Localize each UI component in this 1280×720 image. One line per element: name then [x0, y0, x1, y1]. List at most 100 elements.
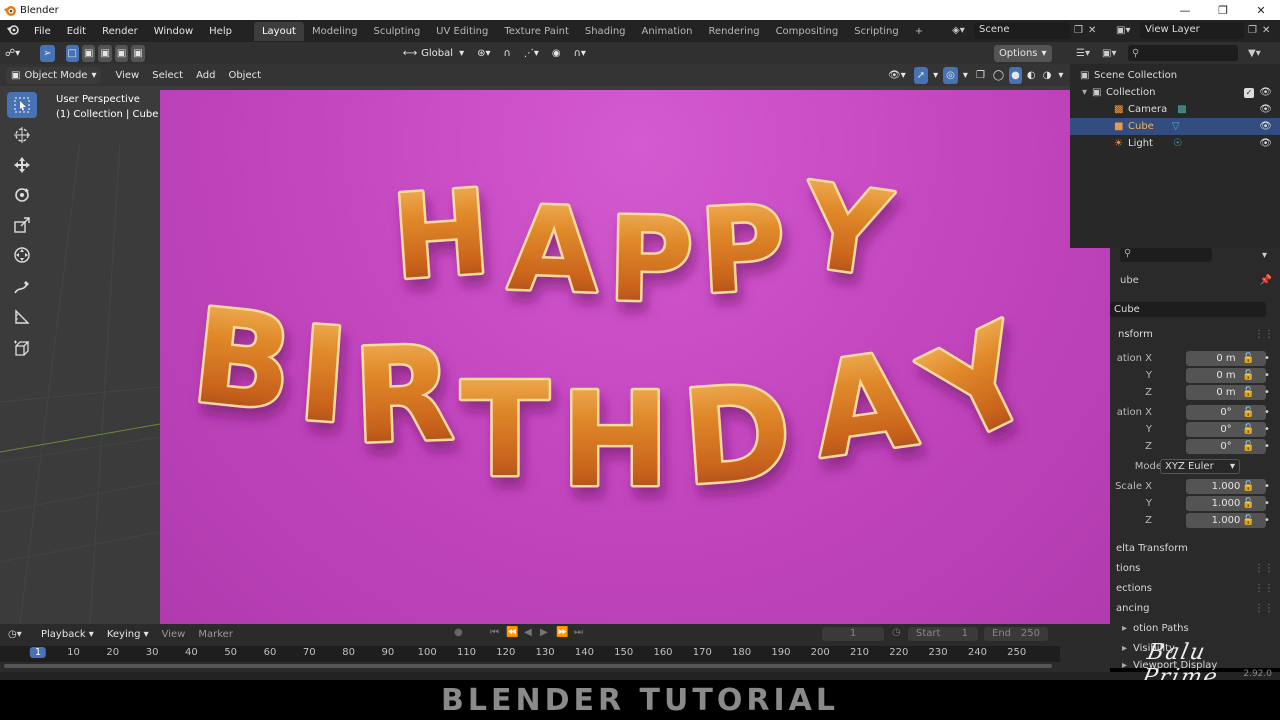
panel-relations[interactable]: tions ⋮⋮ — [1110, 558, 1280, 578]
rotate-tool-icon[interactable] — [7, 182, 37, 208]
menu-file[interactable]: File — [26, 26, 59, 37]
lock-icon[interactable]: 🔓 — [1242, 481, 1254, 492]
menu-window[interactable]: Window — [146, 26, 201, 37]
transform-tool-icon[interactable] — [7, 242, 37, 268]
pivot-point-icon[interactable]: ⊛▾ — [472, 45, 495, 62]
panel-instancing[interactable]: ancing ⋮⋮ — [1110, 598, 1280, 618]
object-name-field[interactable]: Cube — [1110, 302, 1266, 317]
new-view-layer-icon[interactable]: ❐ — [1248, 25, 1262, 36]
keyframe-dot-icon[interactable]: • — [1264, 353, 1270, 364]
overlay-dropdown-icon[interactable]: ▾ — [961, 67, 970, 84]
timeline-menu-keying[interactable]: Keying ▾ — [102, 626, 154, 643]
editor-type-icon[interactable]: ☍▾ — [0, 45, 25, 62]
proportional-falloff-icon[interactable]: ∩▾ — [569, 45, 591, 62]
timeline-scroll-thumb[interactable] — [4, 664, 1052, 668]
drag-handle-icon[interactable]: ⋮⋮ — [1254, 583, 1274, 594]
scale-tool-icon[interactable] — [7, 212, 37, 238]
properties-search-field[interactable]: ⚲ — [1120, 248, 1212, 262]
view-layer-icon[interactable]: ▣▾ — [1116, 25, 1140, 36]
object-mode-dropdown[interactable]: ▣ Object Mode ▾ — [6, 66, 102, 84]
keyframe-dot-icon[interactable]: • — [1264, 424, 1270, 435]
shading-dropdown-icon[interactable]: ▾ — [1056, 67, 1065, 84]
play-icon[interactable]: ▶ — [540, 627, 548, 638]
transform-section-header[interactable]: nsform ⋮⋮ — [1110, 326, 1280, 343]
tab-texture-paint[interactable]: Texture Paint — [496, 22, 577, 41]
rotation-mode-dropdown[interactable]: XYZ Euler ▾ — [1160, 459, 1240, 474]
record-icon[interactable]: ● — [454, 627, 463, 638]
panel-collections[interactable]: ections ⋮⋮ — [1110, 578, 1280, 598]
measure-tool-icon[interactable] — [7, 304, 37, 330]
timeline-menu-view[interactable]: View — [157, 626, 191, 643]
options-dropdown[interactable]: Options ▾ — [993, 44, 1052, 62]
lock-icon[interactable]: 🔓 — [1242, 370, 1254, 381]
jump-start-icon[interactable]: ⏮ — [490, 627, 499, 638]
minimize-icon[interactable]: — — [1166, 0, 1204, 20]
shading-material-icon[interactable]: ◐ — [1025, 67, 1038, 84]
lock-icon[interactable]: 🔓 — [1242, 498, 1254, 509]
lock-icon[interactable]: 🔓 — [1242, 387, 1254, 398]
keyframe-dot-icon[interactable]: • — [1264, 481, 1270, 492]
jump-keyframe-back-icon[interactable]: ⏪ — [506, 627, 518, 638]
select-mode-new-icon[interactable]: □ — [65, 44, 79, 62]
add-workspace-icon[interactable]: + — [907, 22, 931, 41]
view-layer-field[interactable]: View Layer — [1140, 22, 1244, 39]
start-frame-field[interactable]: Start 1 — [908, 627, 978, 641]
tab-sculpting[interactable]: Sculpting — [365, 22, 428, 41]
delete-view-layer-icon[interactable]: ✕ — [1262, 25, 1276, 36]
tab-rendering[interactable]: Rendering — [700, 22, 767, 41]
play-reverse-icon[interactable]: ◀ — [524, 627, 532, 638]
scene-name-field[interactable]: Scene — [974, 22, 1070, 39]
proportional-edit-icon[interactable]: ◉ — [547, 45, 566, 62]
select-mode-extend-icon[interactable]: ▣ — [82, 44, 96, 62]
outliner-editor-icon[interactable]: ☰▾ — [1076, 48, 1102, 59]
snap-icon[interactable]: ∩ — [499, 45, 516, 62]
select-box-tool-icon[interactable] — [7, 92, 37, 118]
overlay-icon[interactable]: ◎ — [943, 66, 958, 84]
xray-icon[interactable]: ❐ — [973, 67, 988, 84]
end-frame-field[interactable]: End 250 — [984, 627, 1048, 641]
outliner-item-camera[interactable]: ▩ Camera ▩ 👁 — [1070, 101, 1280, 118]
shading-rendered-icon[interactable]: ◑ — [1041, 67, 1054, 84]
tab-animation[interactable]: Animation — [634, 22, 701, 41]
viewport-menu-select[interactable]: Select — [147, 67, 188, 84]
visibility-icon[interactable]: 👁▾ — [883, 67, 911, 84]
shading-wireframe-icon[interactable]: ◯ — [991, 67, 1006, 84]
tab-shading[interactable]: Shading — [577, 22, 634, 41]
keyframe-dot-icon[interactable]: • — [1264, 387, 1270, 398]
viewport-menu-add[interactable]: Add — [191, 67, 220, 84]
select-mode-intersect-icon[interactable]: ▣ — [131, 44, 145, 62]
viewport-menu-object[interactable]: Object — [223, 67, 266, 84]
select-tweak-icon[interactable]: ➢ — [40, 44, 55, 62]
outliner-search-field[interactable]: ⚲ — [1128, 45, 1238, 61]
lock-icon[interactable]: 🔓 — [1242, 407, 1254, 418]
keyframe-dot-icon[interactable]: • — [1264, 441, 1270, 452]
lock-icon[interactable]: 🔓 — [1242, 353, 1254, 364]
gizmo-dropdown-icon[interactable]: ▾ — [931, 67, 940, 84]
properties-options-icon[interactable]: ▾ — [1262, 250, 1267, 261]
timeline-menu-playback[interactable]: Playback ▾ — [36, 626, 99, 643]
jump-end-icon[interactable]: ⏭ — [574, 627, 583, 638]
jump-keyframe-forward-icon[interactable]: ⏩ — [556, 627, 568, 638]
snap-target-icon[interactable]: ⋰▾ — [519, 45, 544, 62]
timeline-menu-marker[interactable]: Marker — [193, 626, 238, 643]
menu-help[interactable]: Help — [201, 26, 240, 37]
drag-handle-icon[interactable]: ⋮⋮ — [1254, 603, 1274, 614]
new-scene-icon[interactable]: ❐ — [1074, 25, 1088, 36]
panel-delta-transform[interactable]: elta Transform — [1110, 538, 1280, 558]
keyframe-dot-icon[interactable]: • — [1264, 370, 1270, 381]
collection-eye-icon[interactable]: 👁 — [1259, 87, 1272, 98]
lock-icon[interactable]: 🔓 — [1242, 424, 1254, 435]
add-cube-tool-icon[interactable] — [7, 336, 37, 362]
transform-orientation-dropdown[interactable]: ⟷ Global ▾ — [398, 45, 469, 62]
scene-icon[interactable]: ◈▾ — [952, 25, 974, 36]
scene-collection-row[interactable]: ▣ Scene Collection — [1070, 67, 1280, 84]
timeline-scrollbar[interactable] — [0, 662, 1060, 670]
lock-icon[interactable]: 🔓 — [1242, 441, 1254, 452]
keyframe-dot-icon[interactable]: • — [1264, 498, 1270, 509]
menu-edit[interactable]: Edit — [59, 26, 94, 37]
select-mode-invert-icon[interactable]: ▣ — [114, 44, 129, 62]
tab-uv-editing[interactable]: UV Editing — [428, 22, 496, 41]
restore-icon[interactable]: ❐ — [1204, 0, 1242, 20]
collection-row[interactable]: ▾ ▣ Collection ✓ 👁 — [1070, 84, 1280, 101]
move-tool-icon[interactable] — [7, 152, 37, 178]
